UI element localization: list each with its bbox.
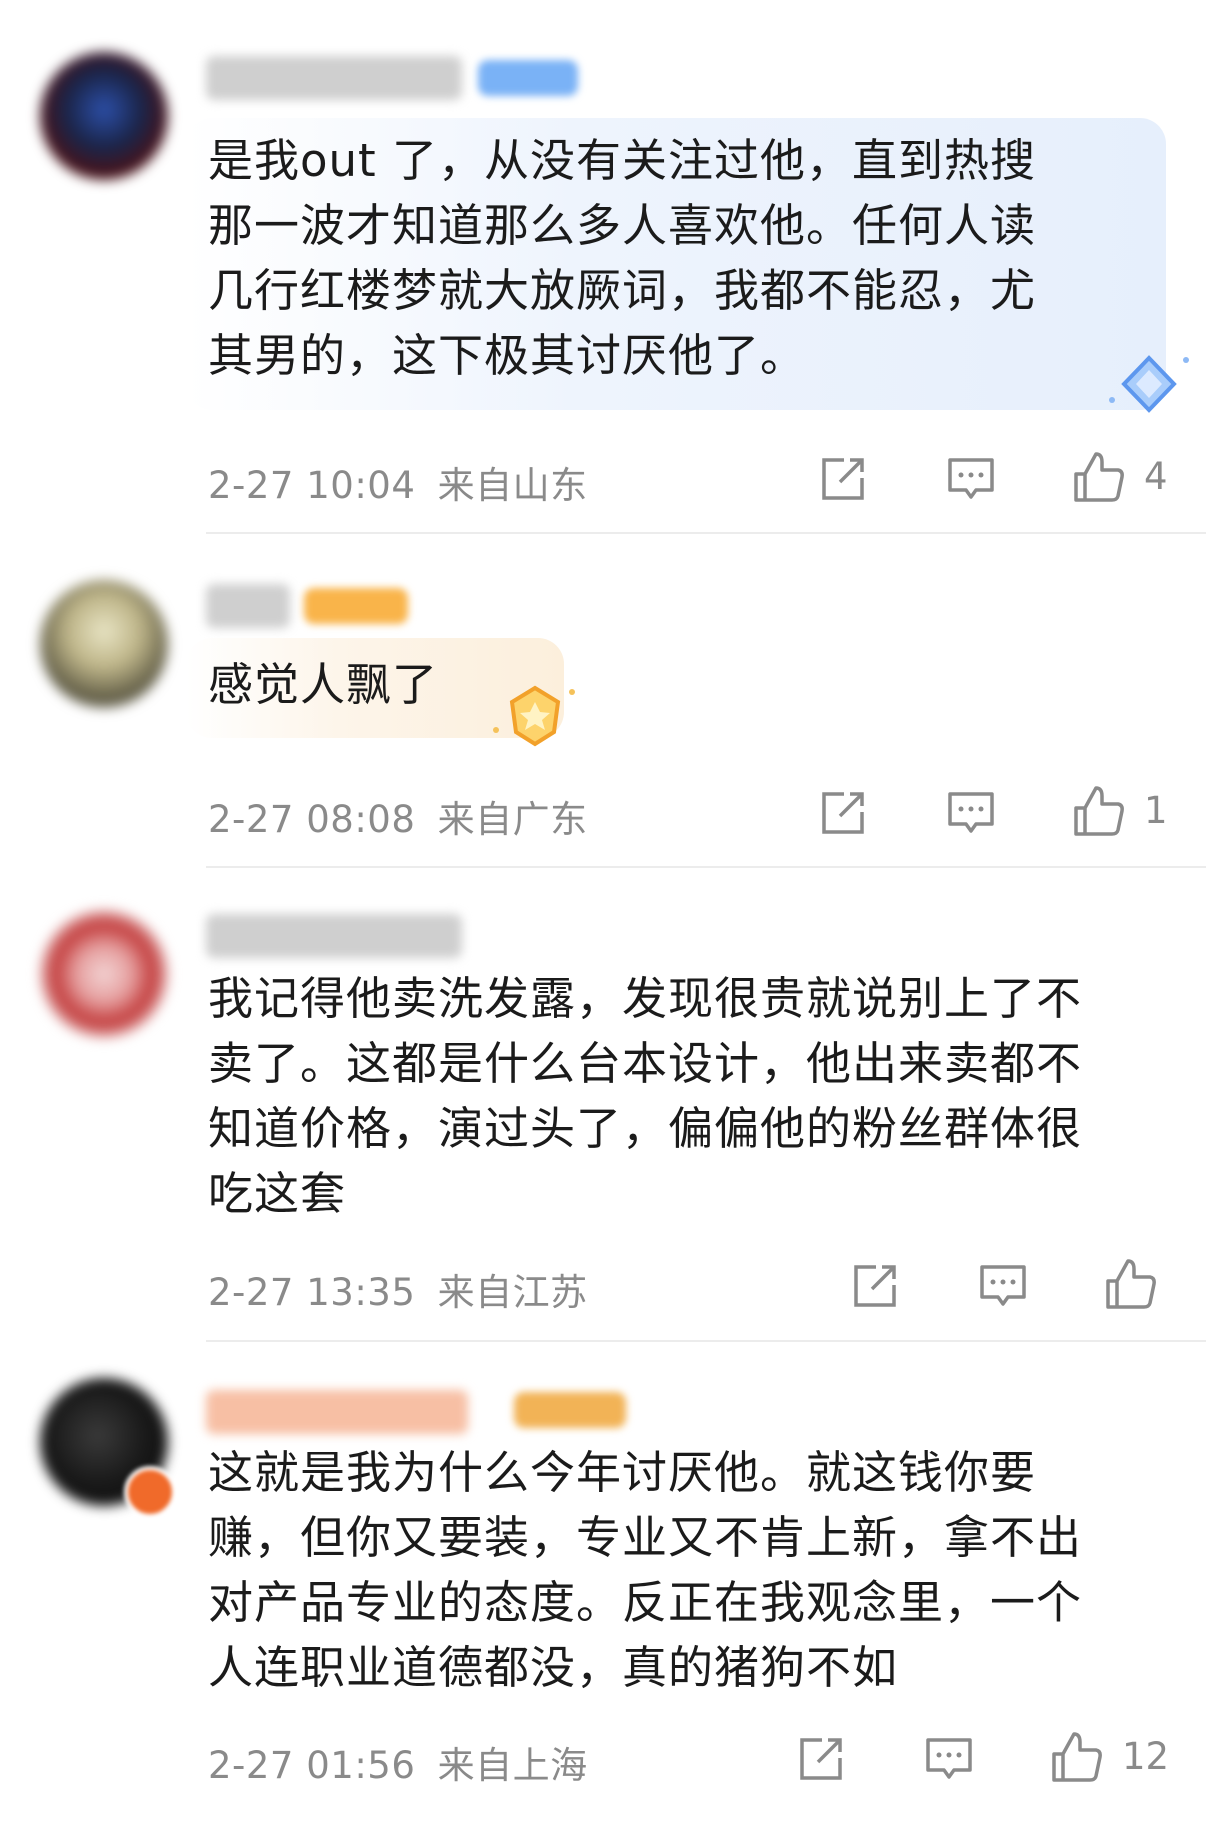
share-icon[interactable] — [818, 788, 868, 838]
comment-icon[interactable] — [946, 788, 996, 838]
username[interactable] — [206, 914, 462, 958]
comment-meta: 2-27 13:35 来自江苏 — [208, 1262, 588, 1316]
comment-time: 2-27 01:56 — [208, 1744, 416, 1787]
comment-time: 2-27 10:04 — [208, 464, 416, 507]
avatar[interactable] — [40, 52, 168, 180]
diamond-badge-icon — [1109, 355, 1189, 413]
comment-icon[interactable] — [946, 454, 996, 504]
comment-location: 来自广东 — [437, 798, 588, 841]
share-icon[interactable] — [796, 1734, 846, 1784]
username[interactable] — [206, 584, 290, 628]
thumbs-up-icon[interactable] — [1072, 450, 1126, 504]
member-badge[interactable] — [514, 1392, 626, 1428]
divider — [206, 866, 1206, 868]
crown-badge-icon — [493, 685, 575, 747]
username[interactable] — [206, 56, 462, 100]
username[interactable] — [206, 1390, 468, 1434]
avatar[interactable] — [40, 580, 168, 708]
comment-meta: 2-27 01:56 来自上海 — [208, 1735, 588, 1789]
comment-location: 来自江苏 — [437, 1271, 588, 1314]
thumbs-up-icon[interactable] — [1050, 1730, 1104, 1784]
comment-text: 是我out 了，从没有关注过他，直到热搜 那一波才知道那么多人喜欢他。任何人读 … — [208, 134, 1037, 382]
thumbs-up-icon[interactable] — [1104, 1257, 1158, 1311]
avatar[interactable] — [40, 910, 168, 1038]
like-count: 12 — [1122, 1735, 1170, 1778]
comment-time: 2-27 08:08 — [208, 798, 416, 841]
like-count: 4 — [1144, 455, 1168, 498]
like-count: 1 — [1144, 789, 1168, 832]
comment-location: 来自上海 — [437, 1744, 588, 1787]
comment-location: 来自山东 — [437, 464, 588, 507]
comment-text: 这就是我为什么今年讨厌他。就这钱你要 赚，但你又要装，专业又不肯上新，拿不出 对… — [208, 1446, 1083, 1694]
share-icon[interactable] — [850, 1261, 900, 1311]
share-icon[interactable] — [818, 454, 868, 504]
divider — [206, 532, 1206, 534]
verified-badge — [124, 1466, 176, 1518]
member-badge[interactable] — [478, 60, 578, 96]
comment-text: 我记得他卖洗发露，发现很贵就说别上了不 卖了。这都是什么台本设计，他出来卖都不 … — [208, 972, 1083, 1220]
comment-meta: 2-27 08:08 来自广东 — [208, 789, 588, 843]
comment-meta: 2-27 10:04 来自山东 — [208, 455, 588, 509]
divider — [206, 1340, 1206, 1342]
comment-text: 感觉人飘了 — [208, 658, 439, 711]
comment-time: 2-27 13:35 — [208, 1271, 416, 1314]
thumbs-up-icon[interactable] — [1072, 784, 1126, 838]
member-badge[interactable] — [304, 588, 408, 624]
comment-icon[interactable] — [978, 1261, 1028, 1311]
comment-icon[interactable] — [924, 1734, 974, 1784]
